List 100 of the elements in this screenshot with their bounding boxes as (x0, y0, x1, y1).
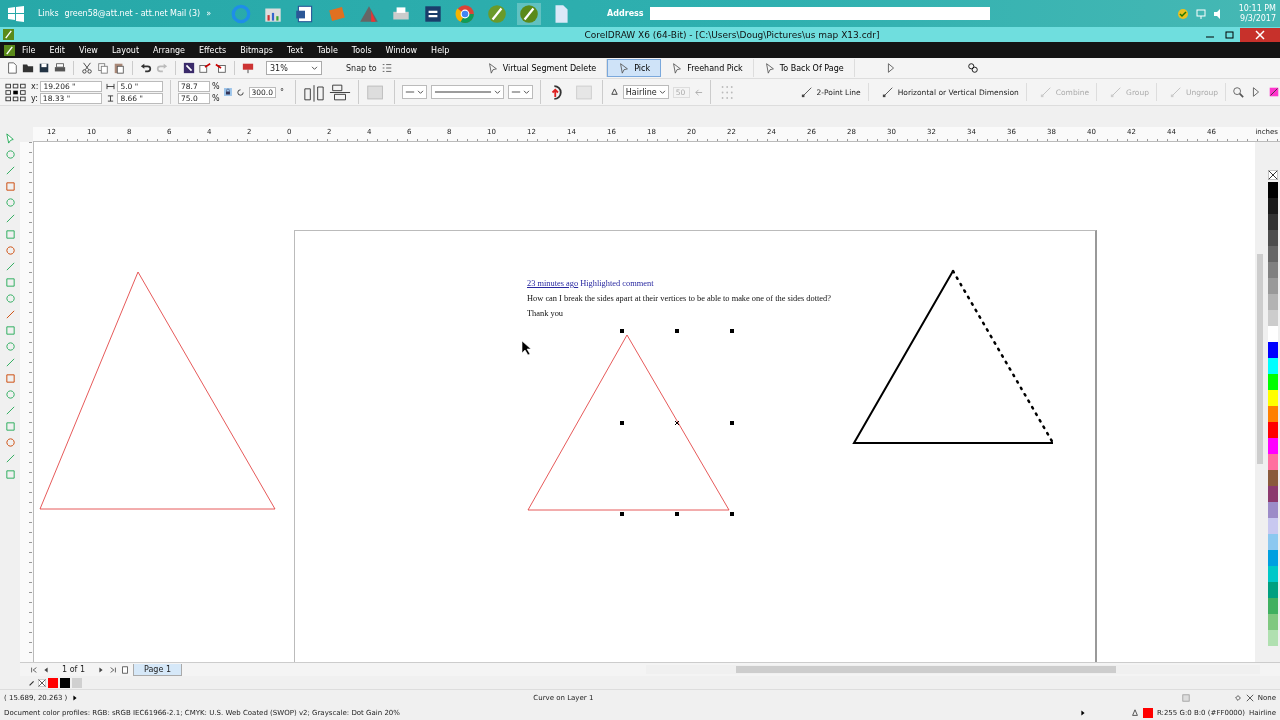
tool-icon[interactable] (4, 149, 16, 160)
tool-icon[interactable] (4, 437, 16, 448)
color-swatch[interactable] (1267, 454, 1278, 470)
comment-time-link[interactable]: 23 minutes ago (527, 276, 579, 291)
color-swatch[interactable] (1267, 518, 1278, 534)
copy-icon[interactable] (97, 62, 109, 74)
paste-icon[interactable] (113, 62, 125, 74)
scissors-icon[interactable] (81, 62, 93, 74)
new-document-icon[interactable] (6, 62, 18, 74)
save-icon[interactable] (38, 62, 50, 74)
color-swatch[interactable] (1267, 422, 1278, 438)
color-swatch[interactable] (1267, 486, 1278, 502)
color-swatch[interactable] (1267, 262, 1278, 278)
color-swatch[interactable] (60, 677, 70, 688)
snap-to-dropdown[interactable]: Snap to (346, 63, 377, 73)
mirror-horizontal-icon[interactable] (302, 82, 325, 102)
zoom-dropdown[interactable]: 31% (266, 61, 322, 75)
tool-icon[interactable] (4, 133, 16, 144)
menu-item[interactable]: Arrange (146, 45, 192, 55)
color-swatch[interactable] (1267, 550, 1278, 566)
anchor-grid-icon[interactable] (5, 82, 27, 102)
color-swatch[interactable] (1267, 470, 1278, 486)
tool-icon[interactable] (4, 245, 16, 256)
color-swatch[interactable] (1267, 182, 1278, 198)
close-icon[interactable] (1240, 27, 1280, 42)
tool-icon[interactable] (4, 341, 16, 352)
start-arrow-dropdown[interactable] (401, 85, 427, 99)
menu-item[interactable]: Table (310, 45, 345, 55)
shield-icon[interactable] (1176, 7, 1189, 20)
line-style-dropdown[interactable] (430, 85, 504, 99)
menu-item[interactable]: Window (378, 45, 425, 55)
tool-icon[interactable] (4, 213, 16, 224)
redo-icon[interactable] (156, 62, 168, 74)
color-swatch[interactable] (1267, 406, 1278, 422)
menu-item[interactable]: File (15, 45, 43, 55)
color-swatch[interactable] (1267, 614, 1278, 630)
next-page-icon[interactable] (97, 665, 105, 674)
color-swatch[interactable] (48, 677, 58, 688)
menu-item[interactable]: View (71, 45, 105, 55)
network-icon[interactable] (1194, 7, 1207, 20)
toolbar-button[interactable]: Freehand Pick (661, 59, 754, 77)
last-page-icon[interactable] (109, 665, 117, 674)
mirror-vertical-icon[interactable] (328, 82, 351, 102)
color-swatch[interactable] (1267, 598, 1278, 614)
toolbar-button[interactable]: To Back Of Page (753, 59, 855, 77)
page-tab[interactable]: Page 1 (133, 663, 182, 676)
scrollbar-thumb[interactable] (1257, 254, 1263, 464)
tool-icon[interactable] (4, 405, 16, 416)
import-icon[interactable] (183, 62, 195, 74)
tool-icon[interactable] (4, 197, 16, 208)
color-swatch[interactable] (1267, 214, 1278, 230)
toolbar-button[interactable]: Pick (607, 59, 662, 77)
menu-item[interactable]: Layout (104, 45, 147, 55)
tool-icon[interactable] (4, 389, 16, 400)
undo-icon[interactable] (140, 62, 152, 74)
color-swatch[interactable] (1267, 374, 1278, 390)
selection-handles[interactable] (620, 329, 734, 516)
previous-page-icon[interactable] (42, 665, 50, 674)
export-icon[interactable] (215, 62, 227, 74)
publish-icon[interactable] (242, 62, 254, 74)
tool-icon[interactable] (4, 165, 16, 176)
checklist-icon[interactable] (380, 62, 393, 74)
color-swatch[interactable] (1267, 582, 1278, 598)
magnifier-icon[interactable] (1232, 86, 1244, 98)
triangle-with-dotted-side[interactable] (852, 269, 1055, 445)
printer-icon[interactable] (54, 62, 66, 74)
tool-icon[interactable] (4, 277, 16, 288)
color-swatch[interactable] (1267, 358, 1278, 374)
tool-icon[interactable] (4, 229, 16, 240)
lock-icon[interactable] (223, 85, 232, 99)
color-swatch[interactable] (1267, 502, 1278, 518)
scrollbar-thumb[interactable] (736, 666, 1116, 673)
color-swatch[interactable] (1267, 630, 1278, 646)
no-color-swatch-icon[interactable] (1267, 170, 1278, 180)
color-swatch[interactable] (1267, 310, 1278, 326)
tool-icon[interactable] (4, 453, 16, 464)
tool-icon[interactable] (4, 469, 16, 480)
add-page-icon[interactable] (121, 665, 129, 674)
horizontal-scrollbar[interactable] (646, 665, 1260, 674)
menu-item[interactable]: Help (424, 45, 457, 55)
paint-icon[interactable] (1268, 86, 1280, 98)
color-swatch[interactable] (72, 677, 82, 688)
tool-icon[interactable] (4, 373, 16, 384)
triangle-outline[interactable] (527, 334, 730, 511)
tool-icon[interactable] (4, 357, 16, 368)
export-icon[interactable] (199, 62, 211, 74)
color-swatch[interactable] (1267, 566, 1278, 582)
tool-icon[interactable] (4, 421, 16, 432)
windows-logo-icon[interactable] (8, 5, 24, 22)
color-swatch[interactable] (1267, 198, 1278, 214)
triangle-outline[interactable] (39, 271, 276, 510)
color-swatch[interactable] (1267, 278, 1278, 294)
grid-icon[interactable] (1181, 693, 1190, 702)
tool-icon[interactable] (4, 325, 16, 336)
end-arrow-dropdown[interactable] (507, 85, 533, 99)
eyedropper-icon[interactable] (28, 678, 36, 687)
pen-nib-icon[interactable] (517, 2, 542, 25)
play-icon[interactable] (1078, 708, 1087, 717)
color-swatch[interactable] (1267, 534, 1278, 550)
color-swatch[interactable] (1267, 230, 1278, 246)
